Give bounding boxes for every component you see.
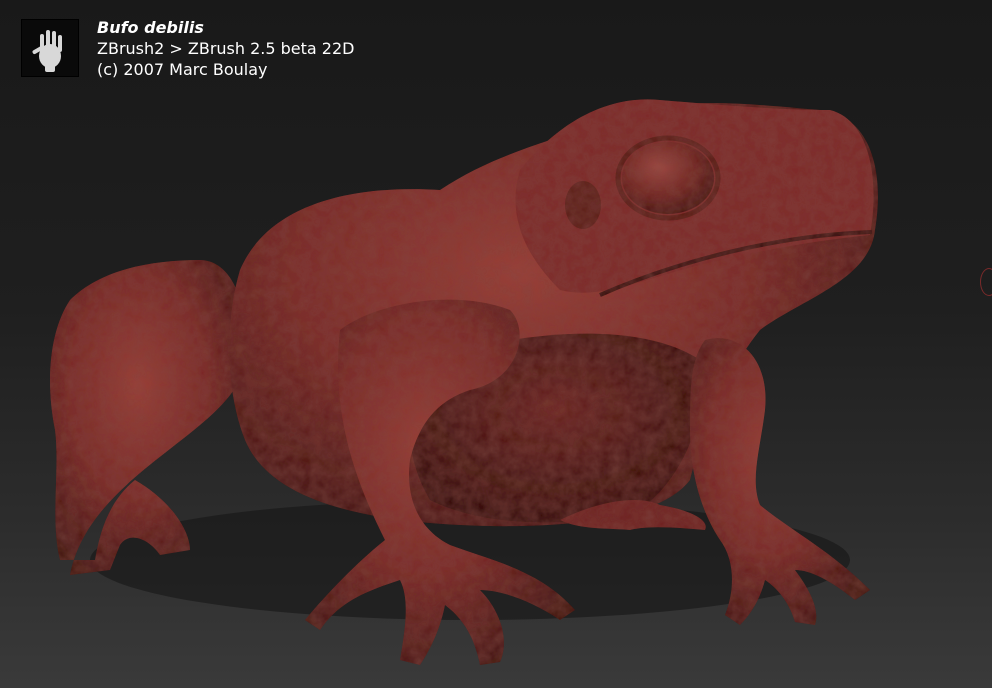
image-canvas: Bufo debilis ZBrush2 > ZBrush 2.5 beta 2…: [0, 0, 992, 688]
caption-copyright: (c) 2007 Marc Boulay: [97, 60, 268, 79]
logo: [21, 19, 79, 77]
edge-circle-mark: [980, 268, 992, 296]
toad-eye: [622, 142, 714, 214]
caption-title: Bufo debilis: [97, 18, 204, 37]
image-caption: Bufo debilis ZBrush2 > ZBrush 2.5 beta 2…: [97, 17, 354, 80]
toad-render: [50, 99, 878, 665]
caption-software: ZBrush2 > ZBrush 2.5 beta 22D: [97, 39, 355, 58]
parotoid-gland: [565, 181, 601, 229]
hand-print-icon: [22, 20, 78, 76]
